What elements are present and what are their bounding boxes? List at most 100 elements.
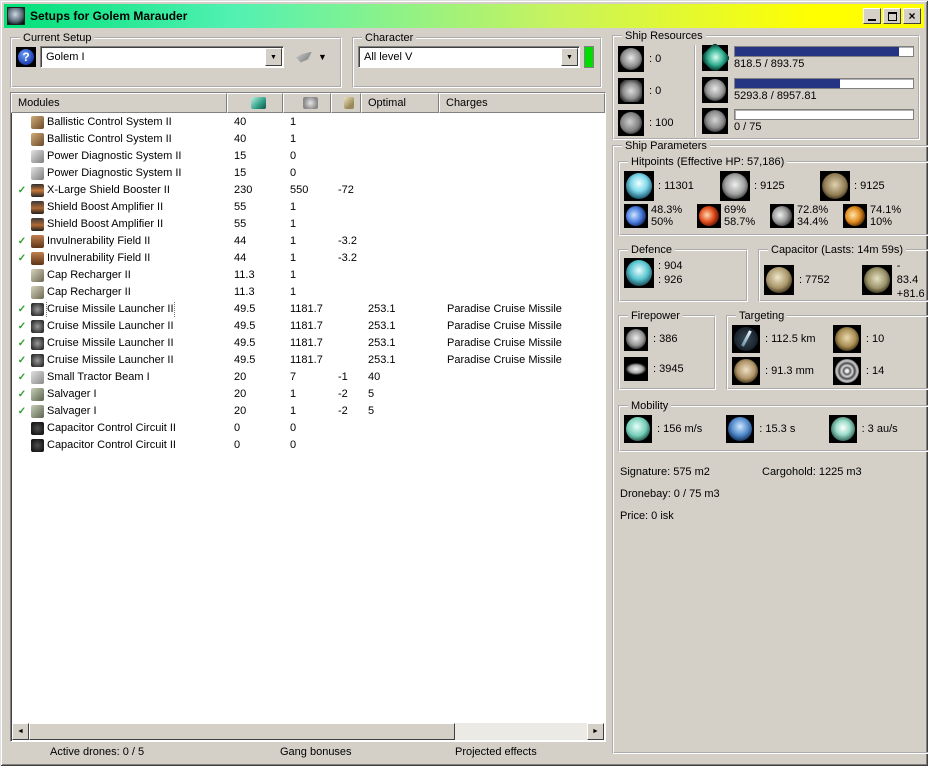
module-row[interactable]: Ballistic Control System II 40 1 — [12, 131, 604, 148]
module-cpu: 55 — [234, 218, 247, 230]
module-cpu: 0 — [234, 439, 241, 451]
module-row[interactable]: ✓ Cruise Missile Launcher II 49.5 1181.7… — [12, 335, 604, 352]
optimal-column-header[interactable]: Optimal — [361, 93, 439, 113]
launcher-hardpoints-value: : 0 — [649, 85, 662, 97]
module-powergrid: 1181.7 — [290, 303, 323, 315]
module-cap-use — [332, 335, 362, 352]
ship-parameters-label: Ship Parameters — [625, 140, 707, 152]
module-charges: Paradise Cruise Missile — [447, 337, 562, 349]
module-optimal: 40 — [368, 371, 381, 383]
module-row[interactable]: ✓ Small Tractor Beam I 20 7 -1 40 — [12, 369, 604, 386]
module-cpu: 15 — [234, 167, 247, 179]
module-row[interactable]: Shield Boost Amplifier II 55 1 — [12, 216, 604, 233]
hitpoints-label: Hitpoints (Effective HP: 57,186) — [631, 156, 785, 168]
targeting-range-icon — [732, 325, 760, 353]
close-button[interactable]: × — [903, 8, 921, 24]
module-charges — [440, 437, 604, 454]
module-powergrid: 1 — [290, 286, 297, 298]
module-row[interactable]: Power Diagnostic System II 15 0 — [12, 148, 604, 165]
horizontal-scrollbar[interactable]: ◄ ► — [12, 723, 604, 740]
em-armor-resist: 50% — [651, 216, 674, 228]
module-type-icon — [31, 388, 44, 401]
module-row[interactable]: ✓ X-Large Shield Booster II 230 550 -72 — [12, 182, 604, 199]
module-charges — [440, 114, 604, 131]
targeting-group: Targeting : 112.5 km : 10 : 91.3 mm : 14 — [726, 310, 928, 390]
capacitor-column-header[interactable] — [331, 93, 361, 113]
thermal-armor-resist: 58.7% — [724, 216, 756, 228]
title-bar[interactable]: Setups for Golem Marauder × — [4, 4, 924, 28]
module-name: Cruise Missile Launcher II — [47, 320, 174, 332]
em-shield-resist: 48.3% — [651, 204, 683, 216]
dronebay-bar — [734, 109, 914, 120]
module-type-icon — [31, 303, 44, 316]
module-powergrid: 1181.7 — [290, 320, 323, 332]
scroll-left-arrow-icon[interactable]: ◄ — [12, 723, 29, 740]
maximize-button[interactable] — [883, 8, 901, 24]
missile-dps-value: : 3945 — [653, 363, 684, 375]
setup-select-arrow-icon[interactable]: ▼ — [265, 48, 282, 66]
module-cap-use — [332, 148, 362, 165]
character-select[interactable]: All level V ▼ — [358, 46, 580, 68]
module-charges — [440, 403, 604, 420]
module-cap-use: -1 — [338, 371, 348, 383]
module-optimal — [362, 182, 440, 199]
character-select-value: All level V — [364, 51, 413, 63]
hitpoints-group: Hitpoints (Effective HP: 57,186) : 11301… — [618, 156, 928, 236]
module-type-icon — [31, 337, 44, 350]
ship-menu-button[interactable]: ▼ — [296, 51, 327, 63]
module-row[interactable]: Power Diagnostic System II 15 0 — [12, 165, 604, 182]
firepower-label: Firepower — [631, 310, 680, 322]
module-cpu: 20 — [234, 405, 247, 417]
module-row[interactable]: ✓ Salvager I 20 1 -2 5 — [12, 386, 604, 403]
powergrid-column-header[interactable] — [283, 93, 331, 113]
cpu-column-header[interactable] — [227, 93, 283, 113]
module-row[interactable]: Shield Boost Amplifier II 55 1 — [12, 199, 604, 216]
firepower-group: Firepower : 386 : 3945 — [618, 310, 716, 390]
setup-select[interactable]: Golem I ▼ — [40, 46, 284, 68]
module-row[interactable]: ✓ Salvager I 20 1 -2 5 — [12, 403, 604, 420]
module-row[interactable]: Cap Recharger II 11.3 1 — [12, 267, 604, 284]
chevron-down-icon: ▼ — [318, 52, 327, 62]
module-name: Shield Boost Amplifier II — [47, 201, 164, 213]
module-optimal — [362, 216, 440, 233]
scrollbar-track[interactable] — [455, 723, 587, 740]
window-title: Setups for Golem Marauder — [30, 9, 188, 23]
module-type-icon — [31, 286, 44, 299]
module-optimal — [362, 267, 440, 284]
module-name: Shield Boost Amplifier II — [47, 218, 164, 230]
modules-column-header[interactable]: Modules — [11, 93, 227, 113]
character-select-arrow-icon[interactable]: ▼ — [561, 48, 578, 66]
module-row[interactable]: ✓ Cruise Missile Launcher II 49.5 1181.7… — [12, 352, 604, 369]
module-optimal — [362, 284, 440, 301]
help-icon[interactable] — [16, 47, 36, 67]
module-name: Cruise Missile Launcher II — [46, 301, 175, 318]
module-type-icon — [31, 116, 44, 129]
module-row[interactable]: Ballistic Control System II 40 1 — [12, 114, 604, 131]
active-check-icon: ✓ — [17, 321, 27, 332]
ship-resources-label: Ship Resources — [625, 30, 703, 42]
scroll-right-arrow-icon[interactable]: ► — [587, 723, 604, 740]
active-check-icon: ✓ — [17, 406, 27, 417]
module-row[interactable]: ✓ Cruise Missile Launcher II 49.5 1181.7… — [12, 318, 604, 335]
minimize-button[interactable] — [863, 8, 881, 24]
explosive-resist-icon — [843, 204, 867, 228]
module-row[interactable]: Capacitor Control Circuit II 0 0 — [12, 420, 604, 437]
cpu-column-icon — [250, 97, 266, 109]
module-name: Invulnerability Field II — [47, 235, 151, 247]
module-row[interactable]: Capacitor Control Circuit II 0 0 — [12, 437, 604, 454]
scrollbar-thumb[interactable] — [29, 723, 456, 740]
module-row[interactable]: ✓ Cruise Missile Launcher II 49.5 1181.7… — [12, 301, 604, 318]
launcher-hardpoints-icon — [618, 78, 644, 104]
module-row[interactable]: ✓ Invulnerability Field II 44 1 -3.2 — [12, 250, 604, 267]
module-optimal: 5 — [368, 405, 375, 417]
cpu-usage: 818.5 / 893.75 — [734, 58, 805, 70]
module-cap-use — [332, 131, 362, 148]
charges-column-header[interactable]: Charges — [439, 93, 605, 113]
module-row[interactable]: Cap Recharger II 11.3 1 — [12, 284, 604, 301]
minimize-icon — [868, 19, 876, 21]
module-powergrid: 1 — [290, 252, 297, 264]
missile-dps-icon — [624, 357, 648, 381]
powergrid-usage: 5293.8 / 8957.81 — [734, 89, 817, 102]
thermal-shield-resist: 69% — [724, 204, 747, 216]
module-row[interactable]: ✓ Invulnerability Field II 44 1 -3.2 — [12, 233, 604, 250]
